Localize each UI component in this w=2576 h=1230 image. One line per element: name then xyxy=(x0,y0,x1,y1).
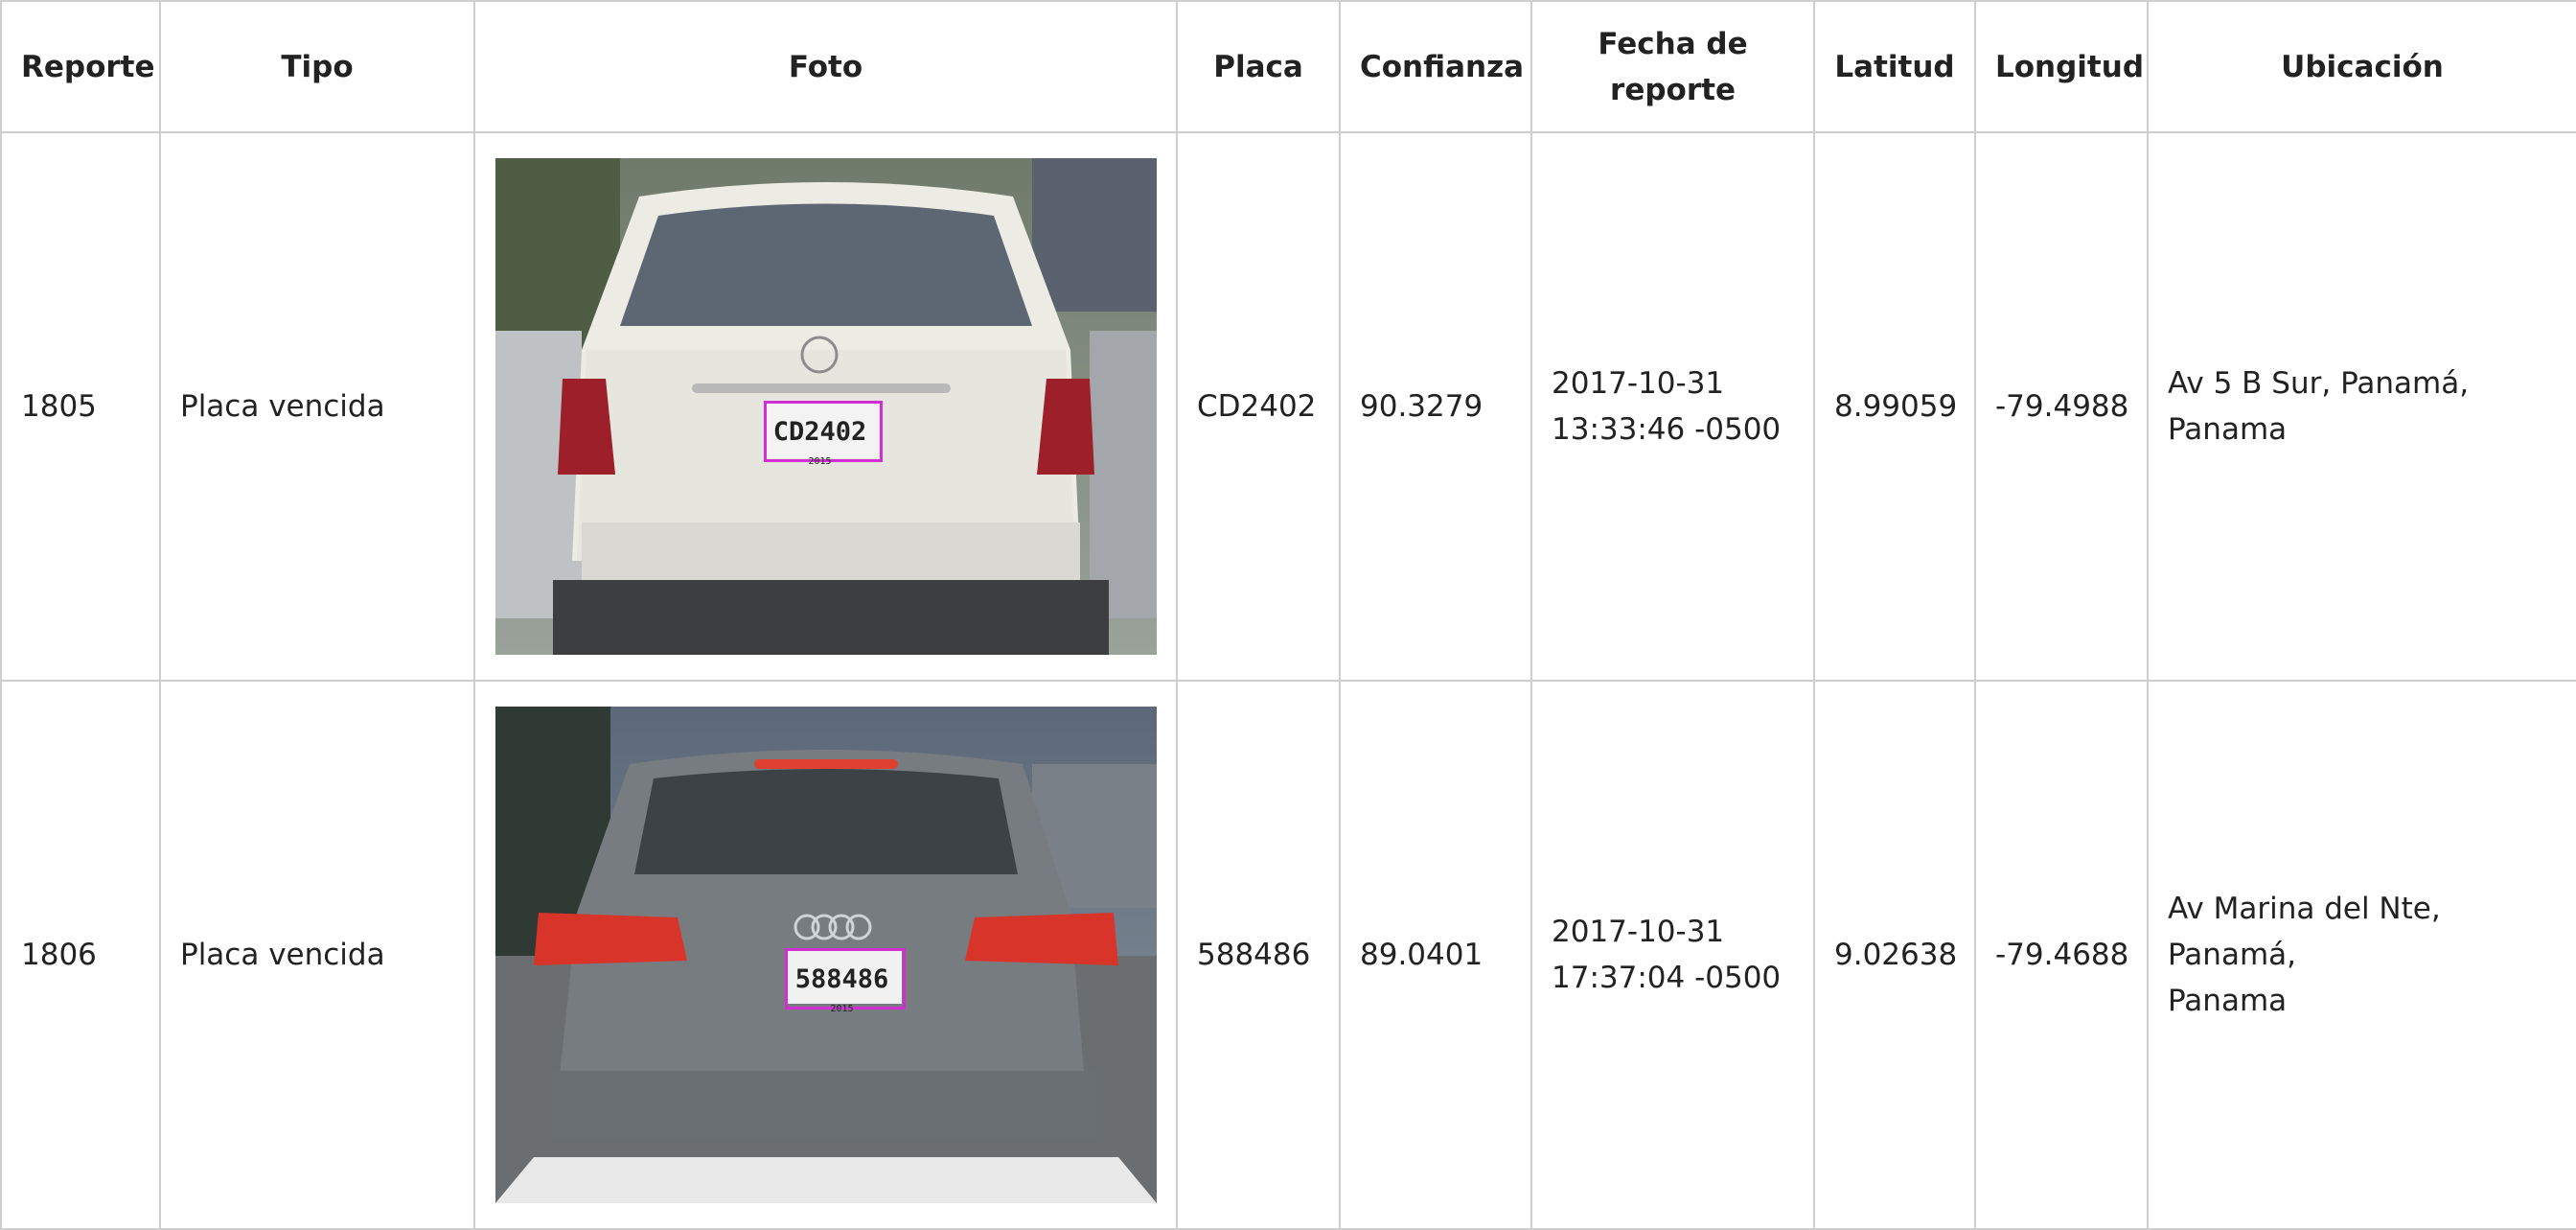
ubicacion-line2: Panama xyxy=(2168,984,2288,1018)
cell-latitud: 9.02638 xyxy=(1813,680,1976,1230)
cell-ubicacion: Av Marina del Nte, Panamá, Panama xyxy=(2147,680,2576,1230)
cell-confianza: 90.3279 xyxy=(1339,131,1532,682)
fecha-time: 17:37:04 -0500 xyxy=(1552,961,1782,995)
reports-table: Reporte Tipo Foto Placa Confianza Fecha … xyxy=(0,0,2576,1230)
cell-latitud: 8.99059 xyxy=(1813,131,1976,682)
cell-ubicacion: Av 5 B Sur, Panamá, Panama xyxy=(2147,131,2576,682)
header-tipo: Tipo xyxy=(159,0,475,133)
cell-foto: CD2402 2015 xyxy=(473,131,1178,682)
cell-fecha: 2017-10-31 17:37:04 -0500 xyxy=(1530,680,1815,1230)
vehicle-photo[interactable]: 588486 2015 xyxy=(494,707,1157,1203)
header-latitud: Latitud xyxy=(1813,0,1976,133)
fecha-date: 2017-10-31 xyxy=(1552,366,1725,401)
header-fecha-line1: Fecha de xyxy=(1598,26,1748,61)
cell-foto: 588486 2015 xyxy=(473,680,1178,1230)
header-confianza: Confianza xyxy=(1339,0,1532,133)
cell-confianza: 89.0401 xyxy=(1339,680,1532,1230)
ubicacion-line1: Av Marina del Nte, Panamá, xyxy=(2168,892,2441,972)
cell-tipo: Placa vencida xyxy=(159,131,475,682)
cell-reporte: 1806 xyxy=(0,680,161,1230)
cell-tipo: Placa vencida xyxy=(159,680,475,1230)
table-header-row: Reporte Tipo Foto Placa Confianza Fecha … xyxy=(0,0,2576,133)
cell-reporte: 1805 xyxy=(0,131,161,682)
cell-longitud: -79.4688 xyxy=(1974,680,2149,1230)
fecha-time: 13:33:46 -0500 xyxy=(1552,412,1782,447)
header-ubicacion: Ubicación xyxy=(2147,0,2576,133)
ubicacion-line2: Panama xyxy=(2168,412,2288,447)
ubicacion-line1: Av 5 B Sur, Panamá, xyxy=(2168,366,2470,401)
header-fecha-line2: reporte xyxy=(1610,72,1736,107)
header-fecha: Fecha de reporte xyxy=(1530,0,1815,133)
fecha-date: 2017-10-31 xyxy=(1552,915,1725,949)
plate-year: 2015 xyxy=(808,456,832,467)
header-reporte: Reporte xyxy=(0,0,161,133)
cell-placa: 588486 xyxy=(1176,680,1341,1230)
header-longitud: Longitud xyxy=(1974,0,2149,133)
plate-year: 2015 xyxy=(830,1004,854,1014)
cell-longitud: -79.4988 xyxy=(1974,131,2149,682)
table-row: 1805 Placa vencida CD2402 2015 CD2402 90… xyxy=(0,131,2576,682)
cell-fecha: 2017-10-31 13:33:46 -0500 xyxy=(1530,131,1815,682)
table-row: 1806 Placa vencida 588486 2015 588486 89… xyxy=(0,680,2576,1230)
cell-placa: CD2402 xyxy=(1176,131,1341,682)
vehicle-photo[interactable]: CD2402 2015 xyxy=(494,158,1157,655)
header-placa: Placa xyxy=(1176,0,1341,133)
header-foto: Foto xyxy=(473,0,1178,133)
